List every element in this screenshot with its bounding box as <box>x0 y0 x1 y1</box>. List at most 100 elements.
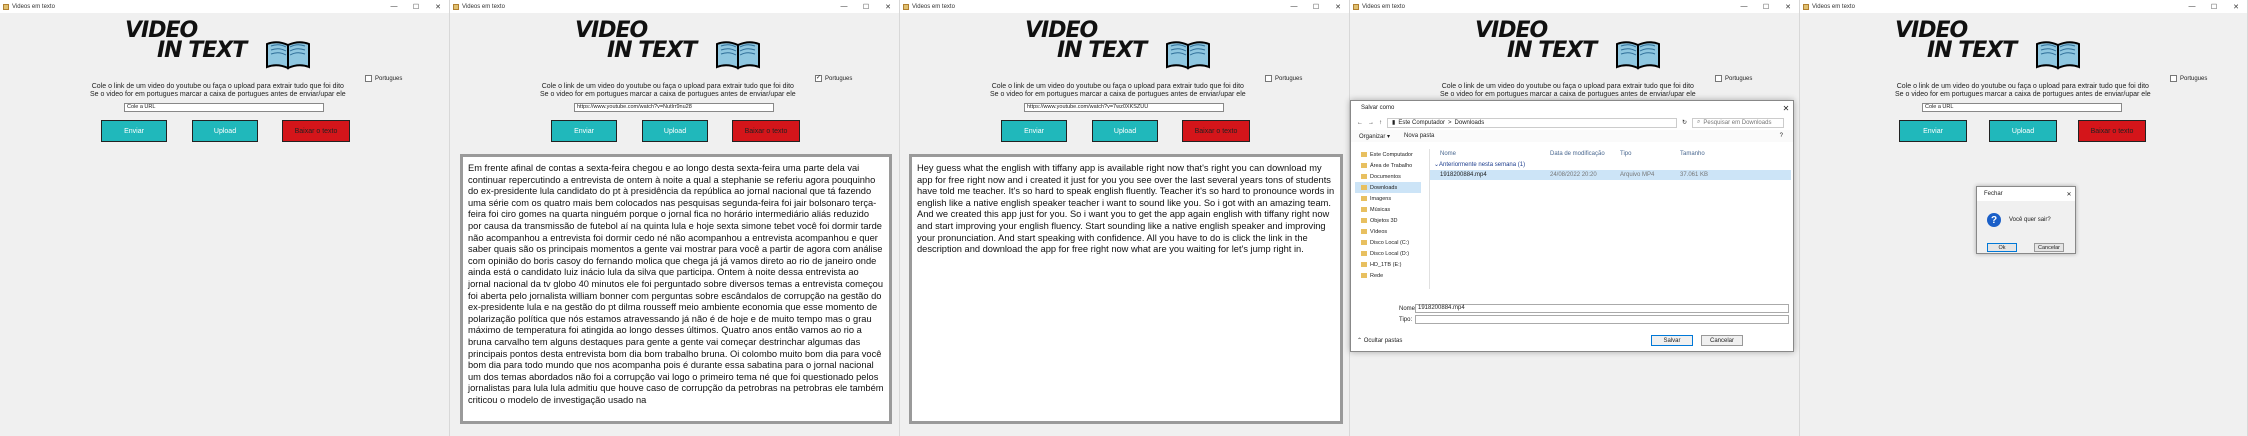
filename-input[interactable]: 1918200884.mp4 <box>1415 304 1789 313</box>
url-input[interactable]: https://www.youtube.com/watch?v=7wz0XKSZ… <box>1024 103 1224 112</box>
sidebar-item[interactable]: Documentos <box>1355 171 1421 182</box>
sidebar-item[interactable]: Downloads <box>1355 182 1421 193</box>
portugues-checkbox[interactable]: Portugues <box>1715 75 1752 82</box>
close-icon[interactable]: ✕ <box>1779 104 1793 113</box>
maximize-button[interactable]: ☐ <box>855 3 877 11</box>
file-row[interactable]: 1918200884.mp4 24/08/2022 20:20 Arquivo … <box>1430 170 1791 180</box>
path-part[interactable]: Este Computador <box>1398 120 1445 126</box>
forward-arrow-icon[interactable]: → <box>1368 120 1374 126</box>
url-input[interactable]: Cole a URL <box>124 103 324 112</box>
sidebar-item[interactable]: Disco Local (C:) <box>1355 237 1421 248</box>
sidebar-item-label: Este Computador <box>1370 151 1413 158</box>
folder-icon: ▮ <box>1392 120 1396 126</box>
filename-label: Nome: <box>1399 305 1417 312</box>
titlebar[interactable]: Videos em texto — ☐ ✕ <box>1350 0 1799 13</box>
upload-button[interactable]: Upload <box>642 120 708 142</box>
enviar-button[interactable]: Enviar <box>1001 120 1067 142</box>
address-bar[interactable]: ▮ Este Computador > Downloads <box>1387 117 1677 128</box>
checkbox-box-checked[interactable]: ✓ <box>815 75 822 82</box>
sidebar-item-label: Disco Local (D:) <box>1370 250 1410 257</box>
dialog-titlebar[interactable]: Salvar como ✕ <box>1351 101 1793 115</box>
quit-dialog-titlebar[interactable]: Fechar ✕ <box>1977 187 2075 201</box>
up-arrow-icon[interactable]: ↑ <box>1379 120 1382 126</box>
close-button[interactable]: ✕ <box>2225 3 2247 11</box>
instruction-line-1: Cole o link de um video do youtube ou fa… <box>1441 83 1694 90</box>
maximize-button[interactable]: ☐ <box>405 3 427 11</box>
minimize-button[interactable]: — <box>1733 3 1755 11</box>
sidebar-item[interactable]: Este Computador <box>1355 149 1421 160</box>
maximize-button[interactable]: ☐ <box>1755 3 1777 11</box>
sidebar-item[interactable]: Área de Trabalho <box>1355 160 1421 171</box>
filetype-select[interactable] <box>1415 315 1789 324</box>
sidebar-item[interactable]: Músicas <box>1355 204 1421 215</box>
question-icon: ? <box>1987 213 2001 227</box>
url-input[interactable]: https://www.youtube.com/watch?v=Nutlrr9n… <box>574 103 774 112</box>
portugues-checkbox[interactable]: Portugues <box>2170 75 2207 82</box>
baixar-texto-button[interactable]: Baixar o texto <box>2078 120 2146 142</box>
baixar-texto-button[interactable]: Baixar o texto <box>1182 120 1250 142</box>
sidebar-item[interactable]: Rede <box>1355 270 1421 281</box>
maximize-button[interactable]: ☐ <box>1305 3 1327 11</box>
portugues-checkbox[interactable]: Portugues <box>1265 75 1302 82</box>
column-header-size[interactable]: Tamanho <box>1680 151 1730 157</box>
path-part[interactable]: Downloads <box>1455 120 1485 126</box>
checkbox-box[interactable] <box>2170 75 2177 82</box>
checkbox-box[interactable] <box>1715 75 1722 82</box>
upload-button[interactable]: Upload <box>1092 120 1158 142</box>
refresh-icon[interactable]: ↻ <box>1682 119 1687 126</box>
file-group-header[interactable]: ⌄ Anteriormente nesta semana (1) <box>1430 159 1791 170</box>
new-folder-button[interactable]: Nova pasta <box>1404 133 1434 139</box>
sidebar-item[interactable]: Disco Local (D:) <box>1355 248 1421 259</box>
enviar-button[interactable]: Enviar <box>1899 120 1967 142</box>
network-icon <box>1361 273 1367 278</box>
help-icon[interactable]: ? <box>1780 133 1783 139</box>
transcript-textarea[interactable]: Em frente afinal de contas a sexta-feira… <box>460 154 892 424</box>
quit-dialog-title: Fechar <box>1984 191 2003 197</box>
portugues-checkbox[interactable]: ✓ Portugues <box>815 75 852 82</box>
sidebar-item[interactable]: Vídeos <box>1355 226 1421 237</box>
enviar-button[interactable]: Enviar <box>551 120 617 142</box>
ok-button[interactable]: Ok <box>1987 243 2017 252</box>
save-button[interactable]: Salvar <box>1651 335 1693 346</box>
column-header-name[interactable]: Nome <box>1430 151 1550 157</box>
titlebar[interactable]: Videos em texto — ☐ ✕ <box>900 0 1349 13</box>
cancel-button[interactable]: Cancelar <box>2034 243 2064 252</box>
cancel-button[interactable]: Cancelar <box>1701 335 1743 346</box>
upload-button[interactable]: Upload <box>192 120 258 142</box>
minimize-button[interactable]: — <box>383 3 405 11</box>
minimize-button[interactable]: — <box>1283 3 1305 11</box>
close-button[interactable]: ✕ <box>1327 3 1349 11</box>
upload-button[interactable]: Upload <box>1989 120 2057 142</box>
organize-button[interactable]: Organizar ▾ <box>1359 133 1390 140</box>
checkbox-box[interactable] <box>365 75 372 82</box>
checkbox-box[interactable] <box>1265 75 1272 82</box>
titlebar[interactable]: Videos em texto — ☐ ✕ <box>0 0 449 13</box>
enviar-button[interactable]: Enviar <box>101 120 167 142</box>
minimize-button[interactable]: — <box>833 3 855 11</box>
url-input[interactable]: Cole a URL <box>1922 103 2122 112</box>
maximize-button[interactable]: ☐ <box>2203 3 2225 11</box>
app-icon <box>3 3 9 10</box>
logo-word-in-text: IN TEXT <box>1057 38 1147 63</box>
baixar-texto-button[interactable]: Baixar o texto <box>282 120 350 142</box>
back-arrow-icon[interactable]: ← <box>1357 120 1363 126</box>
column-header-type[interactable]: Tipo <box>1620 151 1680 157</box>
close-icon[interactable]: ✕ <box>2063 191 2075 198</box>
downloads-icon <box>1361 185 1367 190</box>
search-input[interactable]: ⌕ Pesquisar em Downloads <box>1692 117 1785 128</box>
sidebar-item[interactable]: Objetos 3D <box>1355 215 1421 226</box>
close-button[interactable]: ✕ <box>1777 3 1799 11</box>
sidebar-item[interactable]: HD_1TB (E:) <box>1355 259 1421 270</box>
titlebar[interactable]: Videos em texto — ☐ ✕ <box>1800 0 2247 13</box>
transcript-textarea[interactable]: Hey guess what the english with tiffany … <box>909 154 1343 424</box>
column-header-date[interactable]: Data de modificação <box>1550 151 1620 157</box>
dialog-title: Salvar como <box>1361 105 1395 111</box>
close-button[interactable]: ✕ <box>877 3 899 11</box>
portugues-checkbox[interactable]: Portugues <box>365 75 402 82</box>
close-button[interactable]: ✕ <box>427 3 449 11</box>
baixar-texto-button[interactable]: Baixar o texto <box>732 120 800 142</box>
minimize-button[interactable]: — <box>2181 3 2203 11</box>
hide-folders-toggle[interactable]: ⌃ Ocultar pastas <box>1357 337 1402 344</box>
sidebar-item[interactable]: Imagens <box>1355 193 1421 204</box>
titlebar[interactable]: Videos em texto — ☐ ✕ <box>450 0 899 13</box>
